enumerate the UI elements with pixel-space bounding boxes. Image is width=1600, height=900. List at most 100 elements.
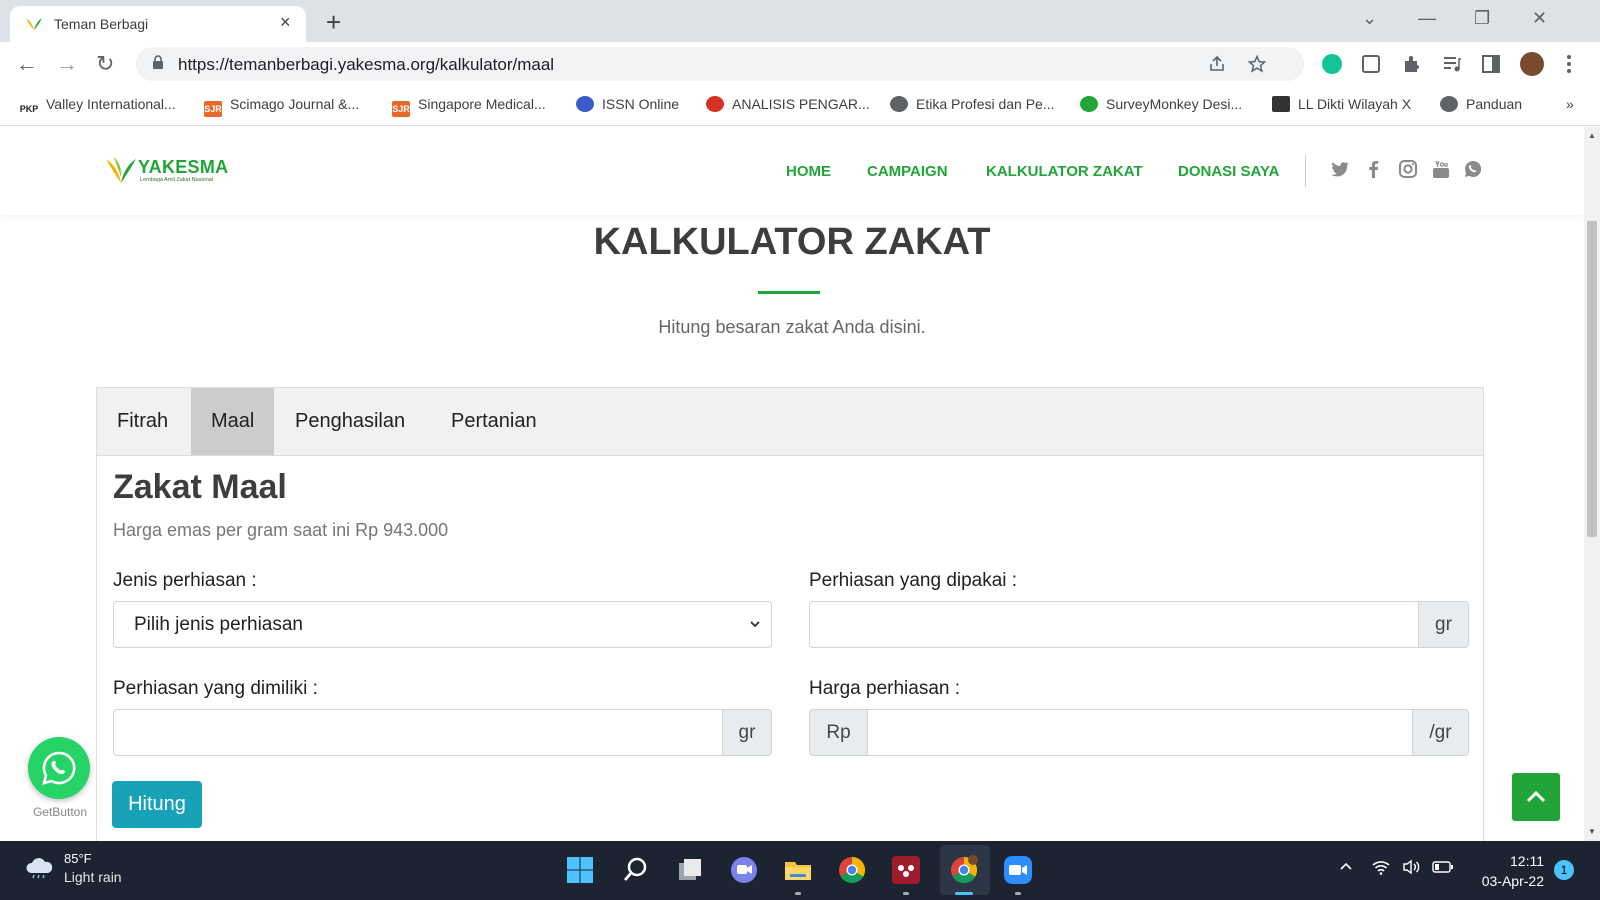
address-bar[interactable]: https://temanberbagi.yakesma.org/kalkula…	[136, 47, 1304, 81]
windows-start-icon[interactable]	[564, 854, 596, 886]
tab-pertanian[interactable]: Pertanian	[431, 388, 557, 455]
forward-icon[interactable]: →	[56, 51, 78, 77]
page-scrollbar[interactable]: ▲ ▼	[1584, 127, 1600, 841]
bookmark-item[interactable]: ANALISIS PENGAR...	[706, 96, 870, 112]
jenis-perhiasan-select[interactable]: Pilih jenis perhiasan	[113, 601, 772, 648]
whatsapp-chat-button[interactable]	[28, 737, 90, 799]
temperature-text: 85°F	[64, 851, 92, 866]
window-close-icon[interactable]: ✕	[1532, 8, 1547, 29]
battery-icon[interactable]	[1432, 859, 1454, 875]
reload-icon[interactable]: ↻	[96, 51, 114, 77]
tab-penghasilan[interactable]: Penghasilan	[275, 388, 425, 455]
facebook-icon[interactable]	[1364, 159, 1384, 179]
tab-search-icon[interactable]: ⌄	[1362, 8, 1377, 29]
yakesma-favicon	[26, 18, 42, 30]
page-viewport: YAKESMA Lembaga Amil Zakat Nasional HOME…	[0, 127, 1584, 841]
puzzle-icon[interactable]	[1402, 54, 1422, 74]
grammarly-icon[interactable]	[1322, 54, 1342, 74]
menu-dots-icon[interactable]	[1566, 54, 1572, 74]
chrome-profile-icon[interactable]	[948, 854, 980, 886]
nav-donasi-saya[interactable]: DONASI SAYA	[1178, 163, 1279, 180]
volume-icon[interactable]	[1402, 859, 1422, 875]
per-gram-unit-addon: /gr	[1412, 709, 1469, 756]
bookmark-label: Scimago Journal &...	[230, 96, 360, 112]
bookmark-item[interactable]: LL Dikti Wilayah X	[1272, 96, 1411, 112]
zakat-calculator-card: Fitrah Maal Penghasilan Pertanian Zakat …	[96, 387, 1484, 841]
hitung-button[interactable]: Hitung	[112, 781, 202, 828]
whatsapp-icon[interactable]	[1463, 159, 1483, 179]
zakat-tabs: Fitrah Maal Penghasilan Pertanian	[97, 388, 1483, 456]
tab-maal[interactable]: Maal	[191, 388, 275, 455]
nav-campaign[interactable]: CAMPAIGN	[867, 163, 948, 180]
yakesma-logo[interactable]: YAKESMA Lembaga Amil Zakat Nasional	[104, 153, 234, 187]
zoom-icon[interactable]	[1002, 854, 1034, 886]
nav-kalkulator-zakat[interactable]: KALKULATOR ZAKAT	[986, 163, 1143, 180]
running-indicator	[903, 892, 909, 895]
search-icon[interactable]	[620, 854, 652, 886]
harga-perhiasan-input[interactable]	[867, 709, 1413, 756]
weather-condition-text: Light rain	[64, 869, 122, 885]
bookmark-item[interactable]: Panduan	[1440, 96, 1522, 112]
tab-close-icon[interactable]: ×	[280, 12, 291, 33]
nav-divider	[1305, 155, 1306, 187]
share-icon[interactable]	[1208, 55, 1226, 73]
youtube-icon[interactable]	[1431, 159, 1451, 179]
windows-taskbar: 85°F Light rain 12:11 03-Apr-22 1	[0, 841, 1600, 900]
bookmark-item[interactable]: SJR Scimago Journal &...	[204, 96, 359, 117]
browser-tab[interactable]: Teman Berbagi ×	[10, 6, 306, 42]
surveymonkey-icon	[1080, 96, 1098, 112]
bookmark-star-icon[interactable]	[1248, 55, 1266, 73]
profile-avatar[interactable]	[1520, 52, 1544, 76]
bookmark-item[interactable]: SJR Singapore Medical...	[392, 96, 546, 117]
nav-home[interactable]: HOME	[786, 163, 831, 180]
perhiasan-dipakai-input[interactable]	[809, 601, 1419, 648]
mendeley-icon[interactable]	[890, 854, 922, 886]
clock-date: 03-Apr-22	[1481, 873, 1544, 889]
task-view-icon[interactable]	[674, 854, 706, 886]
restore-icon[interactable]: ❐	[1474, 8, 1490, 29]
leaf-logo-icon	[106, 157, 136, 183]
getbutton-label[interactable]: GetButton	[28, 805, 92, 819]
file-explorer-icon[interactable]	[782, 854, 814, 886]
chevron-down-icon	[750, 621, 760, 628]
minimize-icon[interactable]: —	[1418, 8, 1436, 29]
section-title: Zakat Maal	[113, 468, 287, 506]
logo-text: YAKESMA	[138, 157, 229, 177]
bookmark-item[interactable]: SurveyMonkey Desi...	[1080, 96, 1242, 112]
bookmark-item[interactable]: Etika Profesi dan Pe...	[890, 96, 1055, 112]
scroll-down-arrow-icon[interactable]: ▼	[1588, 827, 1596, 836]
bookmark-label: Valley International...	[46, 96, 176, 112]
title-underline	[758, 291, 820, 294]
pkp-icon: PKP	[18, 101, 40, 117]
chrome-icon[interactable]	[836, 854, 868, 886]
twitter-icon[interactable]	[1330, 159, 1350, 179]
globe-icon	[890, 96, 908, 112]
globe-icon	[1440, 96, 1458, 112]
wifi-icon[interactable]	[1371, 859, 1391, 875]
scroll-to-top-button[interactable]	[1512, 773, 1560, 821]
notification-badge[interactable]: 1	[1554, 860, 1574, 880]
logo-subtitle: Lembaga Amil Zakat Nasional	[140, 177, 214, 183]
side-panel-icon[interactable]	[1482, 55, 1500, 73]
new-tab-button[interactable]: +	[326, 7, 341, 38]
gram-unit-addon: gr	[1418, 601, 1469, 648]
scroll-up-arrow-icon[interactable]: ▲	[1588, 131, 1596, 140]
tab-fitrah[interactable]: Fitrah	[97, 388, 188, 455]
bookmark-item[interactable]: ISSN Online	[576, 96, 679, 112]
back-icon[interactable]: ←	[16, 51, 38, 77]
instagram-icon[interactable]	[1398, 159, 1418, 179]
scrollbar-thumb[interactable]	[1587, 221, 1597, 537]
teams-chat-icon[interactable]	[728, 854, 760, 886]
sjr-icon: SJR	[392, 101, 410, 117]
system-clock[interactable]: 12:11 03-Apr-22	[1462, 851, 1544, 891]
active-indicator	[955, 892, 973, 895]
chevron-up-icon[interactable]	[1338, 859, 1354, 875]
perhiasan-dimiliki-label: Perhiasan yang dimiliki :	[113, 678, 318, 699]
media-control-icon[interactable]	[1442, 55, 1462, 73]
more-bookmarks-button[interactable]: »	[1566, 96, 1574, 112]
building-icon	[1272, 96, 1290, 112]
bookmark-item[interactable]: PKP Valley International...	[18, 96, 176, 117]
rupiah-prefix-addon: Rp	[809, 709, 868, 756]
perhiasan-dimiliki-input[interactable]	[113, 709, 723, 756]
extension-icon[interactable]	[1362, 55, 1380, 73]
